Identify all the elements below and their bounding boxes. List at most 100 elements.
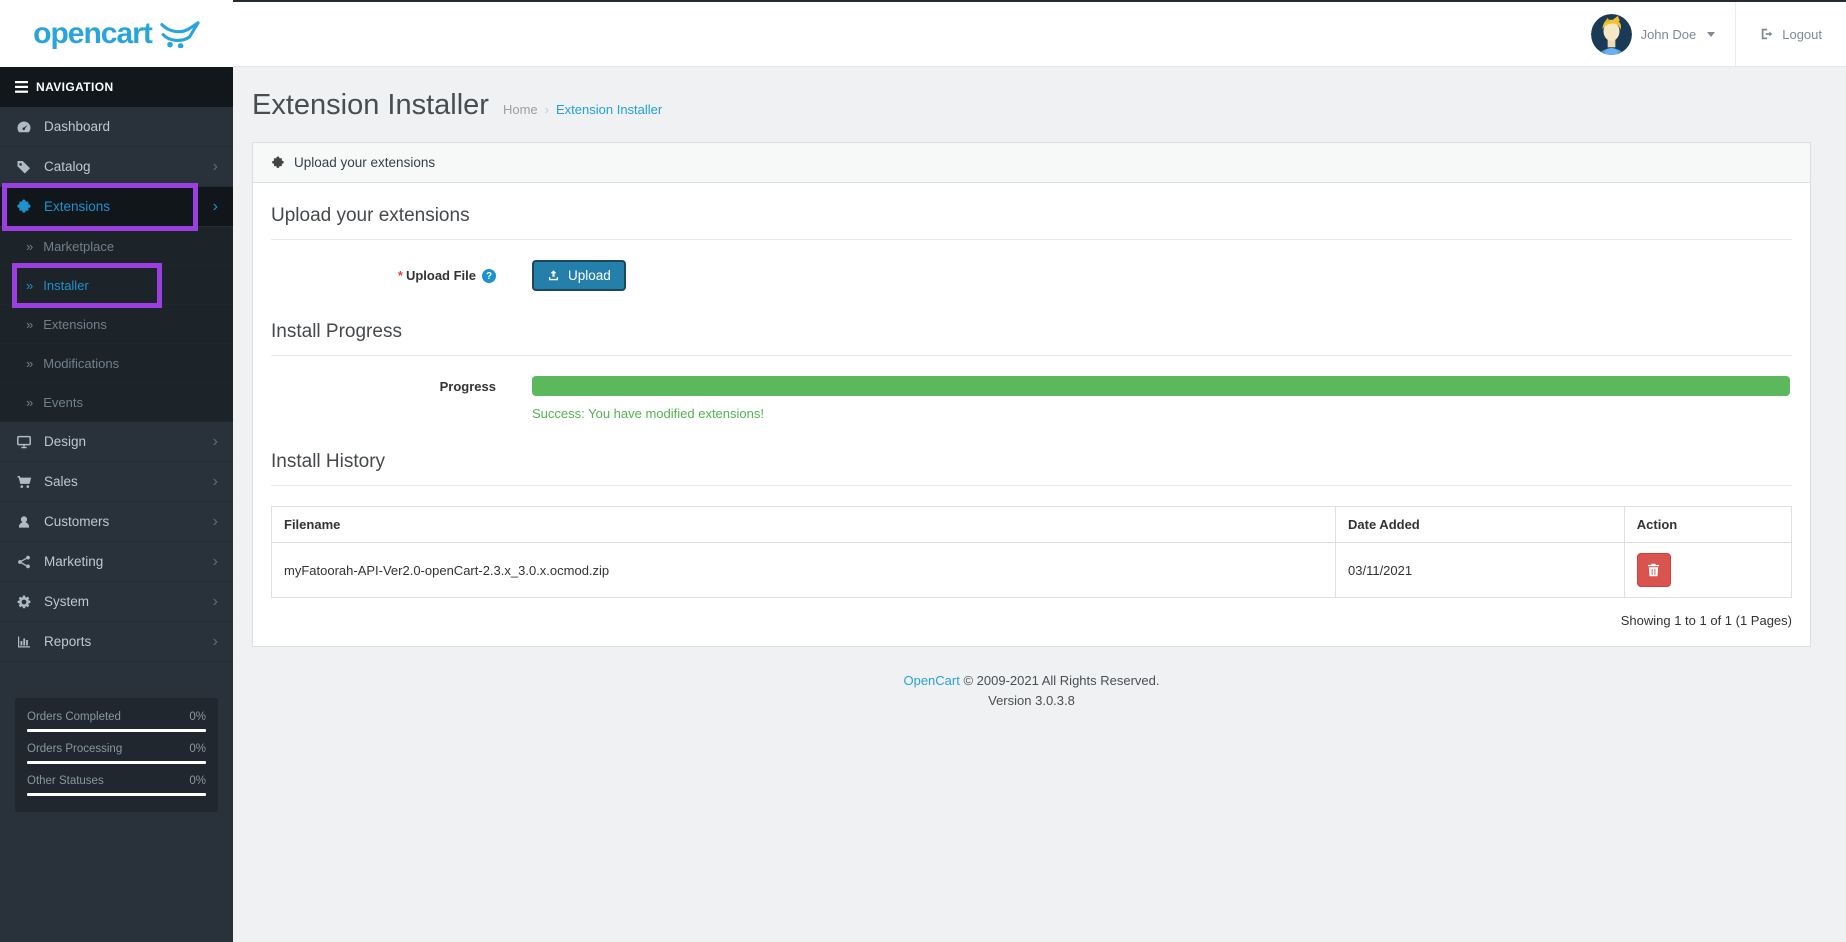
puzzle-icon bbox=[271, 155, 285, 170]
double-angle-icon: » bbox=[26, 238, 34, 254]
sidebar-item-events[interactable]: » Events bbox=[0, 383, 233, 422]
sidebar-nav-header: NAVIGATION bbox=[0, 67, 233, 107]
cart-icon bbox=[15, 474, 32, 490]
page-title: Extension Installer bbox=[252, 89, 489, 121]
stat-progress-track bbox=[27, 761, 206, 764]
chevron-right-icon: › bbox=[212, 632, 218, 650]
help-icon[interactable]: ? bbox=[482, 269, 496, 284]
sidebar-item-design[interactable]: Design › bbox=[0, 422, 233, 462]
stat-label: Other Statuses bbox=[27, 775, 104, 787]
sidebar-item-modifications[interactable]: » Modifications bbox=[0, 344, 233, 383]
sidebar-item-customers[interactable]: Customers › bbox=[0, 502, 233, 542]
chevron-right-icon: › bbox=[212, 432, 218, 450]
chevron-right-icon: › bbox=[212, 512, 218, 530]
upload-file-row: * Upload File? Upload bbox=[271, 260, 1792, 291]
double-angle-icon: » bbox=[26, 277, 34, 293]
sidebar-item-marketplace[interactable]: » Marketplace bbox=[0, 227, 233, 266]
monitor-icon bbox=[15, 434, 32, 450]
footer-copyright: © 2009-2021 All Rights Reserved. bbox=[963, 673, 1160, 688]
stat-orders-processing: Orders Processing 0% bbox=[27, 743, 206, 764]
progress-section-title: Install Progress bbox=[271, 321, 1792, 356]
table-header-row: Filename Date Added Action bbox=[271, 506, 1793, 543]
stat-value: 0% bbox=[189, 711, 206, 723]
chevron-right-icon: › bbox=[212, 157, 218, 175]
avatar bbox=[1590, 13, 1632, 55]
column-header-filename: Filename bbox=[271, 506, 1336, 543]
cell-filename: myFatoorah-API-Ver2.0-openCart-2.3.x_3.0… bbox=[271, 542, 1336, 598]
gear-icon bbox=[15, 594, 32, 610]
cell-date-added: 03/11/2021 bbox=[1335, 542, 1625, 598]
share-icon bbox=[15, 554, 32, 570]
hamburger-icon bbox=[15, 81, 28, 93]
upload-icon bbox=[547, 269, 560, 282]
logout-button[interactable]: Logout bbox=[1735, 2, 1846, 66]
sidebar-item-extensions[interactable]: Extensions › bbox=[0, 187, 233, 227]
chevron-right-icon: › bbox=[212, 472, 218, 490]
upload-button[interactable]: Upload bbox=[532, 260, 626, 291]
pagination-summary: Showing 1 to 1 of 1 (1 Pages) bbox=[1620, 613, 1792, 628]
upload-file-label: * Upload File? bbox=[271, 268, 511, 284]
user-menu[interactable]: John Doe bbox=[1571, 2, 1736, 66]
double-angle-icon: » bbox=[26, 316, 34, 332]
user-icon bbox=[15, 514, 32, 530]
sidebar-item-dashboard[interactable]: Dashboard bbox=[0, 107, 233, 147]
caret-down-icon bbox=[1707, 31, 1716, 37]
progress-bar bbox=[532, 376, 1790, 396]
page-content: Extension Installer Home › Extension Ins… bbox=[233, 67, 1846, 711]
user-name: John Doe bbox=[1640, 26, 1697, 42]
progress-row: Progress Success: You have modified exte… bbox=[271, 376, 1792, 421]
opencart-cart-icon bbox=[160, 20, 200, 48]
upload-section-title: Upload your extensions bbox=[271, 205, 1792, 240]
bar-chart-icon bbox=[15, 634, 32, 650]
dashboard-icon bbox=[15, 119, 32, 135]
sidebar-item-sales[interactable]: Sales › bbox=[0, 462, 233, 502]
tags-icon bbox=[15, 159, 32, 175]
logout-icon bbox=[1760, 27, 1774, 41]
stat-value: 0% bbox=[189, 775, 206, 787]
breadcrumb: Home › Extension Installer bbox=[503, 102, 662, 117]
breadcrumb-separator: › bbox=[544, 102, 549, 117]
breadcrumb-current[interactable]: Extension Installer bbox=[556, 102, 662, 117]
stat-progress-track bbox=[27, 793, 206, 796]
puzzle-icon bbox=[15, 199, 32, 215]
stat-label: Orders Completed bbox=[27, 711, 121, 723]
sidebar-item-extensions-sub[interactable]: » Extensions bbox=[0, 305, 233, 344]
chevron-right-icon: › bbox=[212, 552, 218, 570]
stat-orders-completed: Orders Completed 0% bbox=[27, 711, 206, 732]
sidebar-item-marketing[interactable]: Marketing › bbox=[0, 542, 233, 582]
top-header: John Doe Logout bbox=[233, 0, 1846, 67]
table-row: myFatoorah-API-Ver2.0-openCart-2.3.x_3.0… bbox=[271, 542, 1793, 598]
install-history-table: Filename Date Added Action myFatoorah-AP… bbox=[271, 506, 1793, 598]
stat-value: 0% bbox=[189, 743, 206, 755]
breadcrumb-home[interactable]: Home bbox=[503, 102, 538, 117]
column-header-action: Action bbox=[1623, 506, 1793, 543]
upload-panel: Upload your extensions Upload your exten… bbox=[252, 142, 1811, 647]
stat-label: Orders Processing bbox=[27, 743, 123, 755]
opencart-logo-text: opencart bbox=[33, 16, 153, 50]
stat-progress-track bbox=[27, 729, 206, 732]
sidebar: opencart NAVIGATION Dashboard Catalog › bbox=[0, 0, 233, 942]
extensions-submenu: » Marketplace » Installer » Extensions »… bbox=[0, 227, 233, 422]
double-angle-icon: » bbox=[26, 394, 34, 410]
history-section-title: Install History bbox=[271, 451, 1792, 486]
progress-success-message: Success: You have modified extensions! bbox=[532, 406, 764, 421]
sidebar-item-system[interactable]: System › bbox=[0, 582, 233, 622]
sidebar-item-catalog[interactable]: Catalog › bbox=[0, 147, 233, 187]
footer: OpenCart © 2009-2021 All Rights Reserved… bbox=[252, 671, 1811, 711]
panel-heading: Upload your extensions bbox=[253, 143, 1810, 183]
progress-label: Progress bbox=[439, 379, 496, 394]
sidebar-item-reports[interactable]: Reports › bbox=[0, 622, 233, 662]
trash-icon bbox=[1647, 563, 1660, 577]
chevron-right-icon: › bbox=[212, 592, 218, 610]
opencart-logo[interactable]: opencart bbox=[0, 0, 233, 67]
double-angle-icon: » bbox=[26, 355, 34, 371]
progress-bar-fill bbox=[532, 376, 1790, 396]
footer-version: Version 3.0.3.8 bbox=[988, 693, 1075, 709]
sidebar-item-installer[interactable]: » Installer bbox=[0, 266, 233, 305]
chevron-right-icon: › bbox=[212, 197, 218, 215]
footer-opencart-link[interactable]: OpenCart bbox=[903, 673, 959, 688]
sidebar-stats-panel: Orders Completed 0% Orders Processing 0%… bbox=[15, 698, 218, 812]
column-header-date-added: Date Added bbox=[1335, 506, 1625, 543]
main-area: John Doe Logout Extension Installer Home… bbox=[233, 0, 1846, 711]
delete-button[interactable] bbox=[1636, 553, 1671, 587]
